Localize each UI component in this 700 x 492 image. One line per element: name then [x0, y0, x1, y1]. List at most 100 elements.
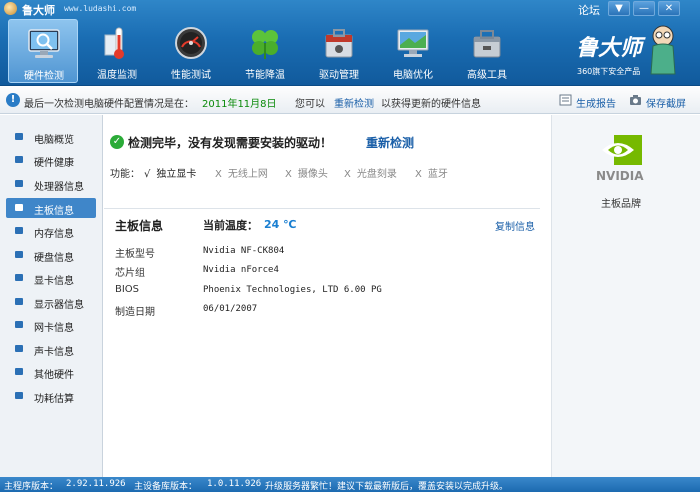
- main-panel: ✓ 检测完毕，没有发现需要安装的驱动！ 重新检测 功能： √ 独立显卡 X 无线上网…: [104, 115, 550, 477]
- nav-label: 驱动管理: [319, 70, 359, 81]
- sidebar-item-health[interactable]: 硬件健康: [6, 150, 96, 170]
- info-mid: 您可以: [295, 99, 325, 110]
- row-value: Nvidia nForce4: [203, 265, 279, 275]
- mascot-icon: [650, 25, 676, 75]
- sidebar-item-label: 内存信息: [34, 229, 74, 240]
- info-suffix: 以获得更新的硬件信息: [381, 99, 481, 110]
- copy-info-link[interactable]: 复制信息: [495, 218, 535, 233]
- sidebar-item-label: 网卡信息: [34, 323, 74, 334]
- sidebar-item-memory[interactable]: 内存信息: [6, 221, 96, 241]
- feature-item: √ 独立显卡: [144, 169, 197, 180]
- close-button[interactable]: ✕: [658, 1, 680, 16]
- db-version-label: 主设备库版本：: [134, 482, 198, 492]
- generate-report-button[interactable]: 生成报告: [576, 95, 616, 110]
- row-value: Phoenix Technologies, LTD 6.00 PG: [203, 285, 382, 295]
- bullet-icon: [15, 368, 23, 375]
- check-icon: ✓: [110, 135, 124, 149]
- thermometer-icon: [104, 27, 124, 59]
- feature-label: 功能：: [110, 169, 140, 180]
- program-version-label: 主程序版本：: [4, 482, 59, 492]
- temperature-label: 当前温度：: [203, 219, 258, 232]
- update-notice: 升级服务器繁忙！建议下载最新版后，覆盖安装以完成升级。: [265, 482, 509, 492]
- nav-energy-saving[interactable]: 节能降温: [230, 19, 300, 83]
- info-icon: !: [6, 93, 20, 107]
- app-header: 鲁大师 www.ludashi.com 论坛 ▼ — ✕ 硬件检测 温度监测 性…: [0, 0, 700, 86]
- sidebar-item-label: 显示器信息: [34, 300, 84, 311]
- nav-optimize[interactable]: 电脑优化: [378, 19, 448, 83]
- sidebar-item-other[interactable]: 其他硬件: [6, 362, 96, 382]
- app-title: 鲁大师: [22, 4, 55, 17]
- sidebar-item-label: 处理器信息: [34, 182, 84, 193]
- report-icon: [559, 94, 572, 106]
- nav-label: 硬件检测: [24, 71, 64, 82]
- nav-driver-manager[interactable]: 驱动管理: [304, 19, 374, 83]
- clover-icon: [252, 30, 278, 59]
- sidebar-item-disk[interactable]: 硬盘信息: [6, 245, 96, 265]
- bullet-icon: [15, 180, 23, 187]
- bullet-icon: [15, 321, 23, 328]
- bullet-icon: [15, 251, 23, 258]
- row-value: Nvidia NF-CK804: [203, 246, 285, 256]
- last-detect-date: 2011年11月8日: [202, 99, 277, 110]
- bullet-icon: [15, 274, 23, 281]
- nav-label: 性能测试: [171, 70, 211, 81]
- toolbox-icon: [325, 29, 353, 58]
- sidebar-item-label: 声卡信息: [34, 347, 74, 358]
- bullet-icon: [15, 133, 23, 140]
- sidebar-item-label: 显卡信息: [34, 276, 74, 287]
- row-label: 主板型号: [115, 249, 155, 260]
- speedometer-icon: [175, 27, 207, 59]
- sidebar-item-label: 主板信息: [34, 206, 74, 217]
- forum-link[interactable]: 论坛: [578, 2, 600, 18]
- bullet-icon: [15, 392, 23, 399]
- feature-item: X 蓝牙: [415, 169, 448, 180]
- computer-icon: [397, 29, 429, 57]
- sidebar-item-gpu[interactable]: 显卡信息: [6, 268, 96, 288]
- nav-label: 节能降温: [245, 70, 285, 81]
- sidebar-item-power[interactable]: 功耗估算: [6, 386, 96, 406]
- feature-item: X 摄像头: [285, 169, 328, 180]
- brand-tagline: 360旗下安全产品: [577, 67, 641, 76]
- sidebar-item-label: 硬盘信息: [34, 253, 74, 264]
- redetect-button[interactable]: 重新检测: [366, 134, 414, 151]
- sidebar-item-cpu[interactable]: 处理器信息: [6, 174, 96, 194]
- nav-label: 温度监测: [97, 70, 137, 81]
- nav-label: 电脑优化: [393, 70, 433, 81]
- app-url: www.ludashi.com: [64, 4, 137, 13]
- section-title: 主板信息: [115, 219, 164, 233]
- nav-advanced-tools[interactable]: 高级工具: [452, 19, 522, 83]
- nvidia-logo-icon: [602, 135, 642, 165]
- status-title: 检测完毕，没有发现需要安装的驱动！: [128, 136, 333, 150]
- nav-performance[interactable]: 性能测试: [156, 19, 226, 83]
- nav-label: 高级工具: [467, 70, 507, 81]
- brand-logo-text: NVIDIA: [596, 169, 644, 183]
- bullet-icon: [15, 345, 23, 352]
- row-value: 06/01/2007: [203, 304, 258, 314]
- bullet-icon: [15, 156, 23, 163]
- brand-logo-text: 鲁大师: [576, 35, 643, 61]
- nav-hardware-detect[interactable]: 硬件检测: [8, 19, 78, 83]
- camera-icon: [630, 95, 641, 105]
- sidebar-item-sound[interactable]: 声卡信息: [6, 339, 96, 359]
- toolbox-pc-icon: [473, 30, 501, 58]
- bullet-icon: [15, 204, 23, 211]
- redetect-link[interactable]: 重新检测: [334, 95, 374, 110]
- nav-temperature[interactable]: 温度监测: [82, 19, 152, 83]
- feature-item: X 光盘刻录: [344, 169, 397, 180]
- sidebar-item-network[interactable]: 网卡信息: [6, 315, 96, 335]
- row-label: 芯片组: [115, 268, 145, 279]
- sidebar: 电脑概览 硬件健康 处理器信息 主板信息 内存信息 硬盘信息 显卡信息 显示器信…: [0, 115, 103, 477]
- save-screenshot-button[interactable]: 保存截屏: [646, 95, 686, 110]
- divider: [104, 208, 540, 209]
- bullet-icon: [15, 227, 23, 234]
- sidebar-item-label: 硬件健康: [34, 158, 74, 169]
- app-logo-icon: [4, 2, 17, 15]
- menu-dropdown-button[interactable]: ▼: [608, 1, 630, 16]
- row-label: 制造日期: [115, 307, 155, 318]
- title-bar: 鲁大师 www.ludashi.com 论坛 ▼ — ✕: [0, 0, 700, 18]
- sidebar-item-overview[interactable]: 电脑概览: [6, 127, 96, 147]
- minimize-button[interactable]: —: [633, 1, 655, 16]
- program-version: 2.92.11.926: [66, 479, 126, 489]
- sidebar-item-motherboard[interactable]: 主板信息: [6, 198, 96, 218]
- sidebar-item-display[interactable]: 显示器信息: [6, 292, 96, 312]
